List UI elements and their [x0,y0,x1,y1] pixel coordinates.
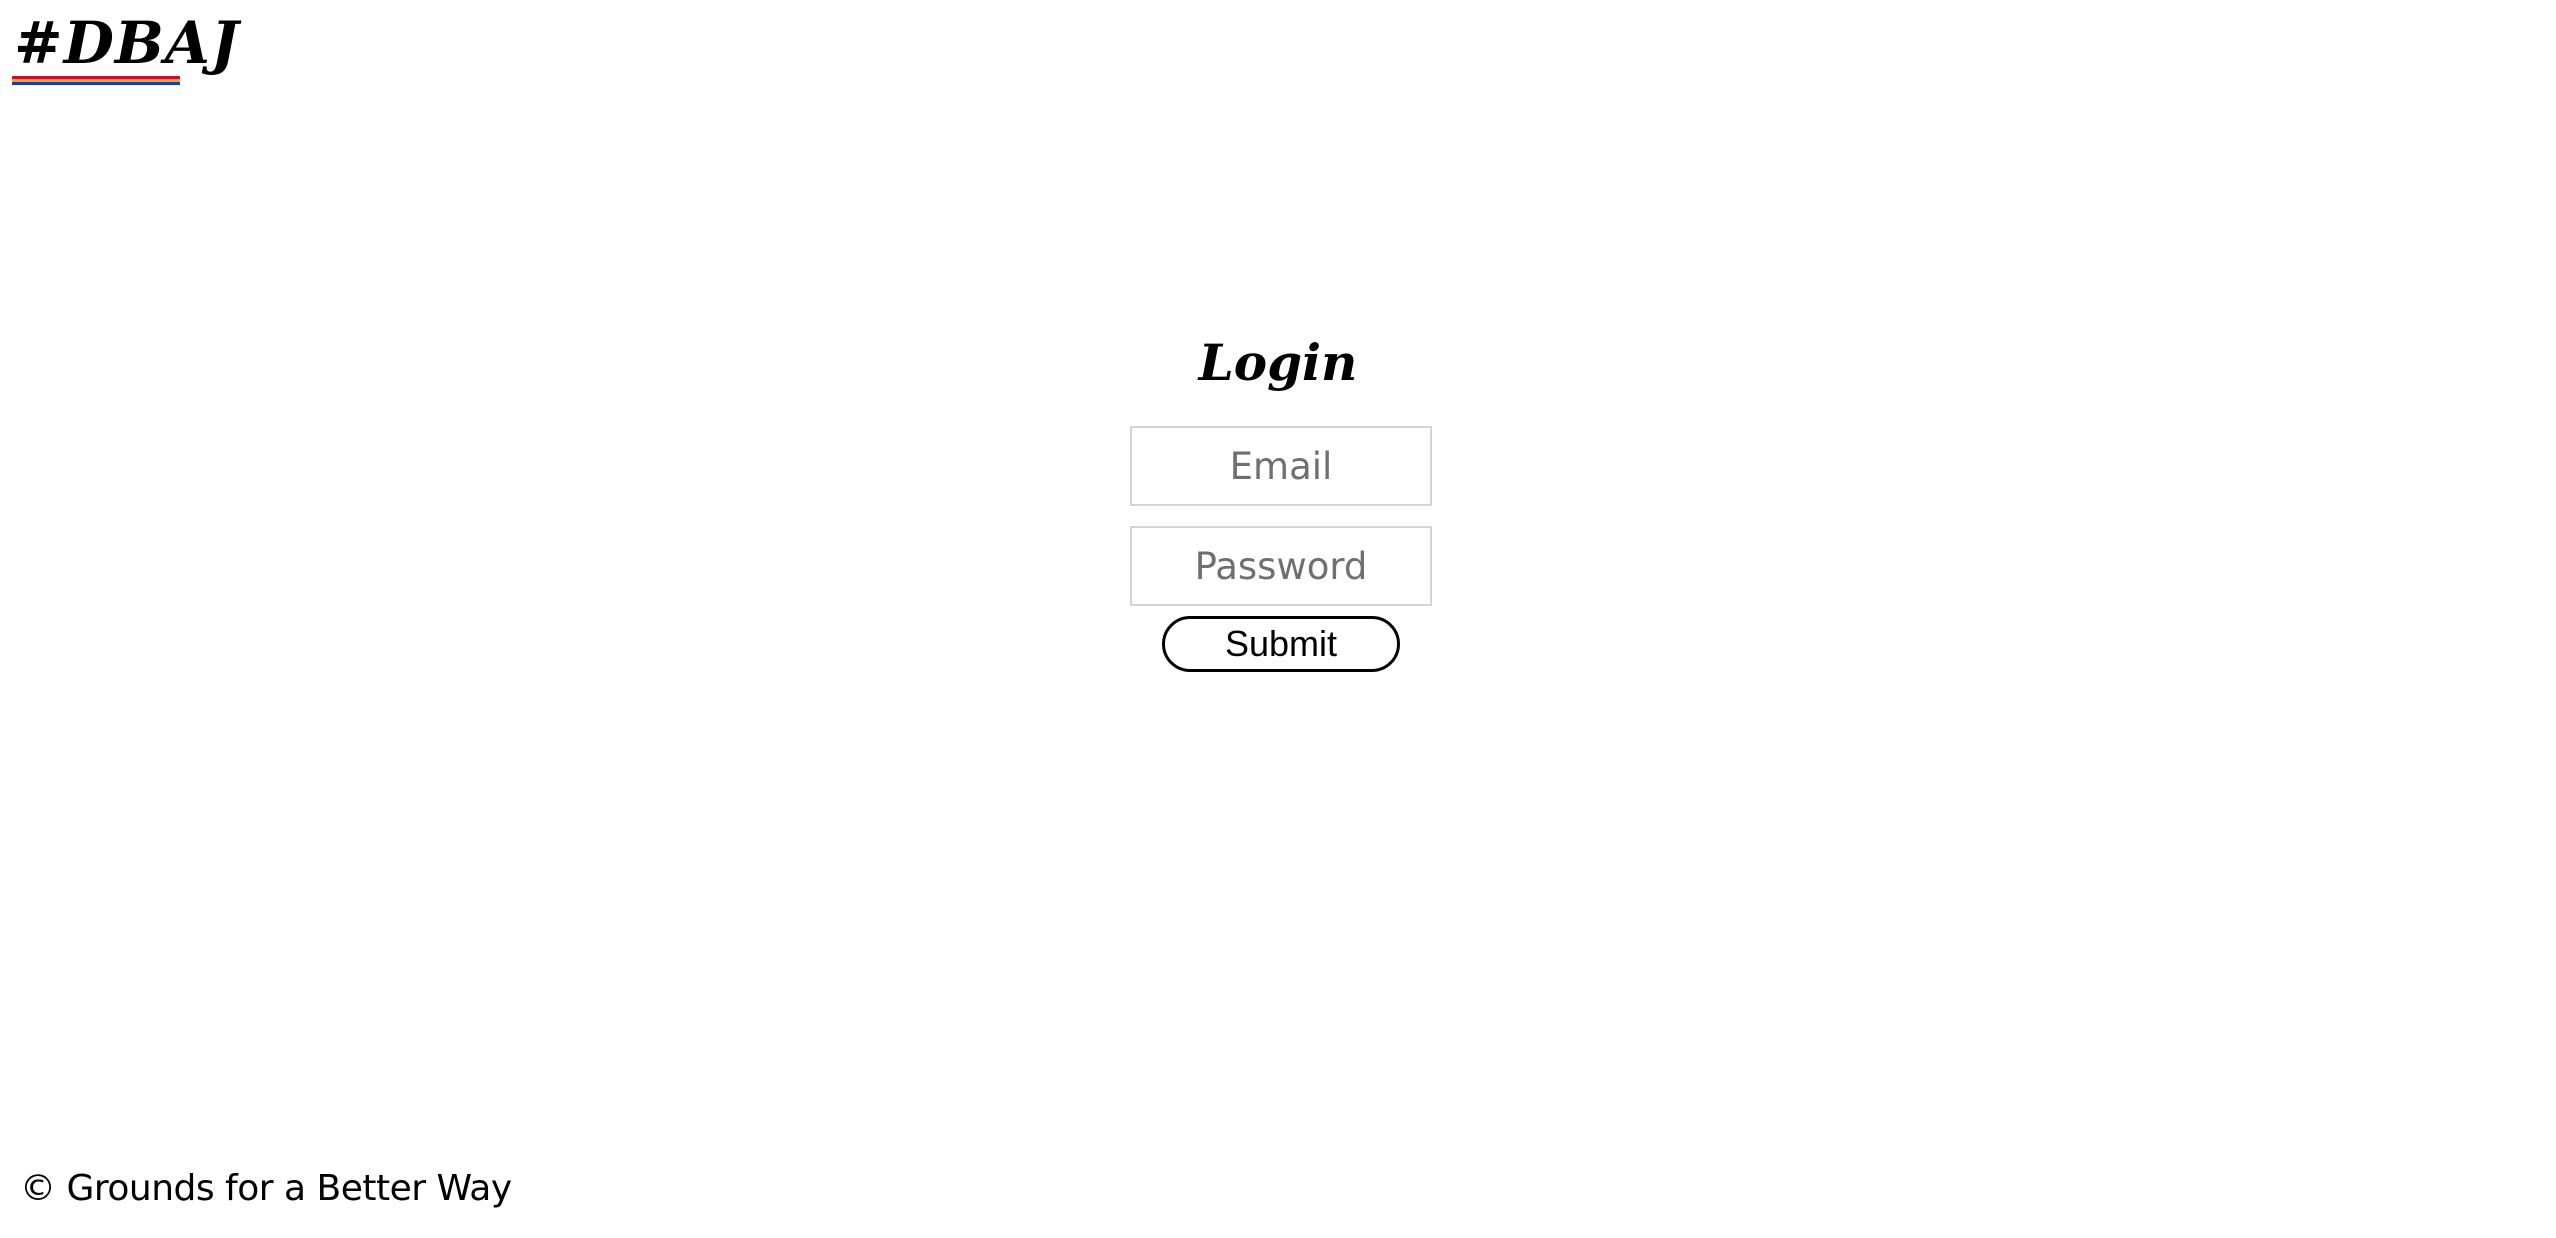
login-title: Login [1198,333,1358,392]
footer-copyright: © Grounds for a Better Way [20,1168,512,1209]
email-field[interactable] [1130,426,1432,506]
login-page: #DBAJ Login Submit © Grounds for a Bette… [0,0,2556,1238]
submit-button[interactable]: Submit [1162,616,1400,672]
site-logo[interactable]: #DBAJ [14,12,239,74]
password-field[interactable] [1130,526,1432,606]
logo-stripe-blue [12,82,180,85]
